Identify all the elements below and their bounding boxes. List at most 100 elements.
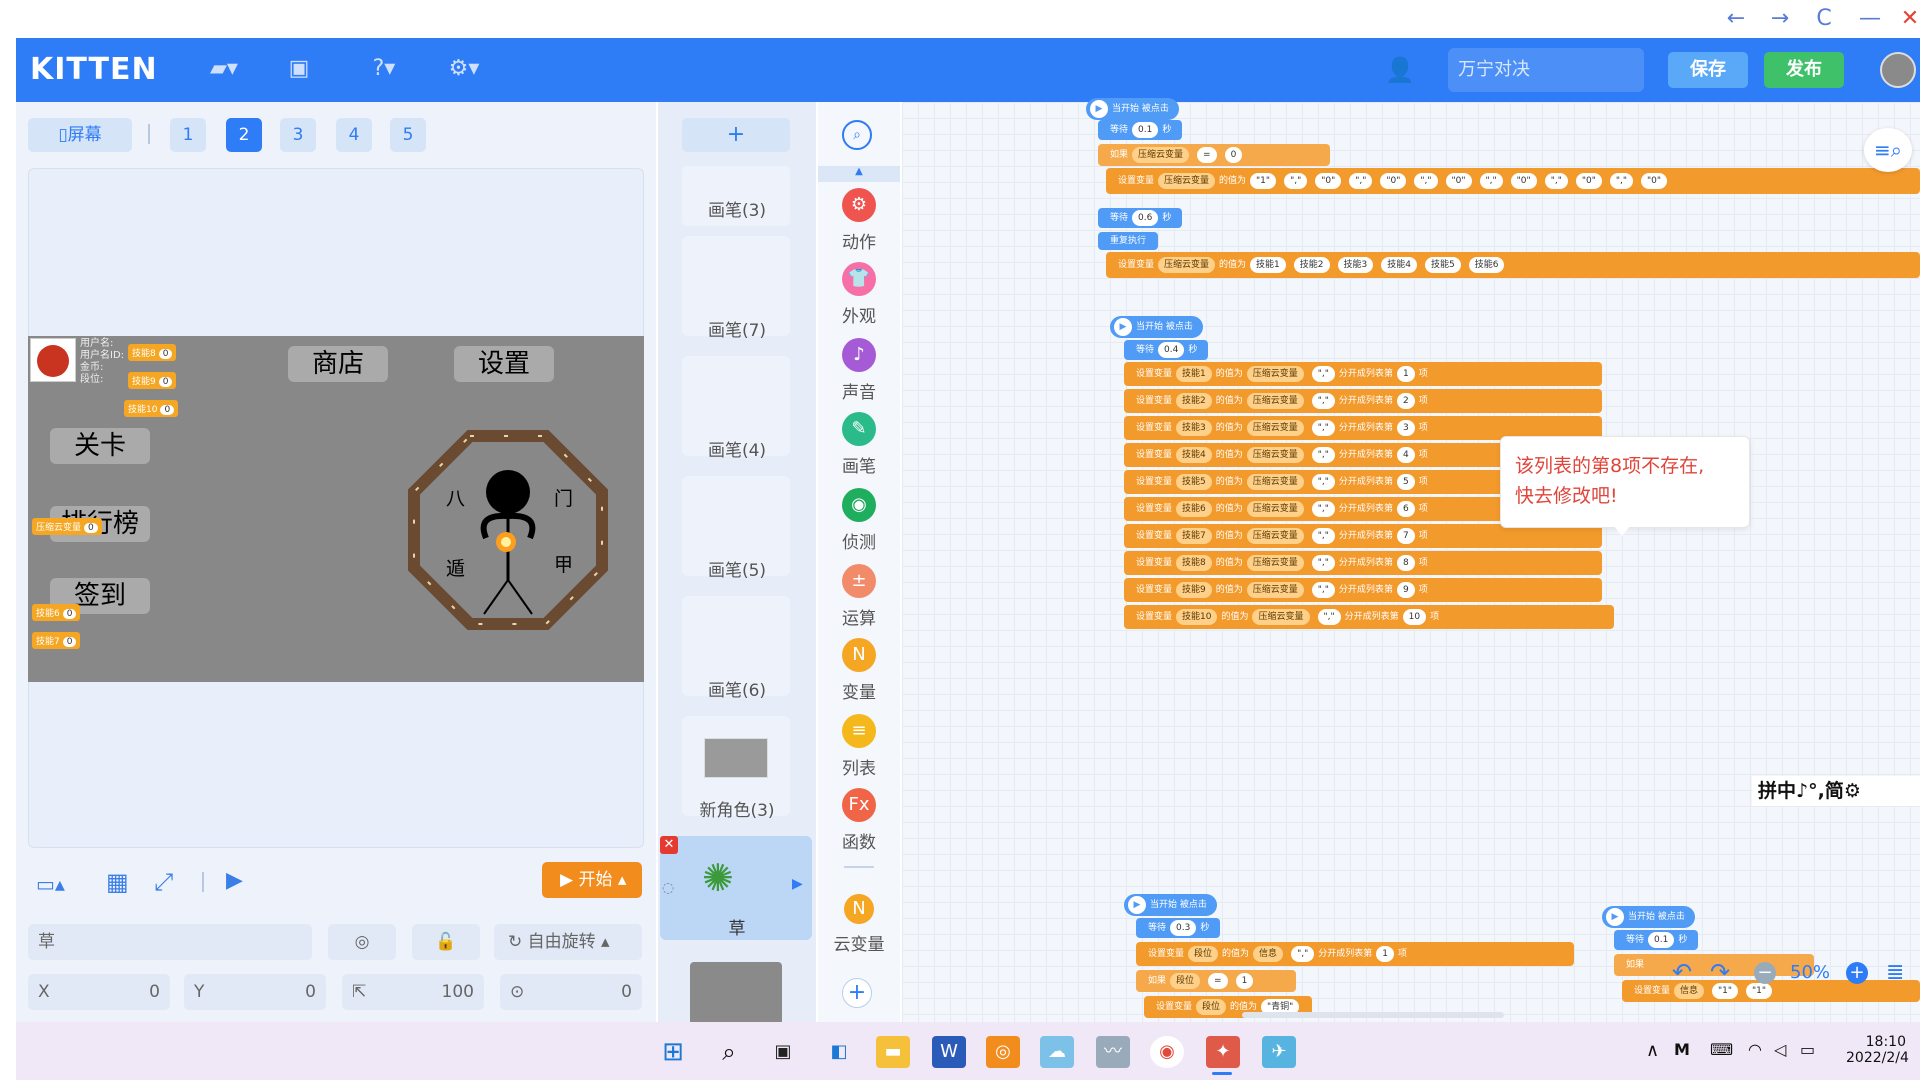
variable-slot[interactable]: 压缩云变量 xyxy=(1158,257,1216,273)
join-value[interactable]: "," xyxy=(1544,173,1568,189)
variable-slot[interactable]: 段位 xyxy=(1196,999,1227,1015)
monitor-skill8[interactable]: 技能8 0 xyxy=(128,344,177,361)
screen-tab-5[interactable]: 5 xyxy=(390,118,426,152)
variable-slot[interactable]: 压缩云变量 xyxy=(1158,173,1216,189)
undo-icon[interactable]: ↶ xyxy=(1672,958,1692,986)
kitten-app-icon[interactable]: ✦ xyxy=(1206,1036,1240,1068)
wait-value[interactable]: 0.1 xyxy=(1648,932,1675,948)
screen-tab-1[interactable]: 1 xyxy=(170,118,206,152)
stage-canvas[interactable]: 用户名: 用户名ID: 金币: 段位: 技能8 0 技能9 0 技能10 0 商店 设… xyxy=(28,336,644,682)
split-char-slot[interactable]: "," xyxy=(1311,555,1335,571)
set-variable-block[interactable]: 设置变量 压缩云变量 的值为 "1" "," "0" "," "0" "," "0" "," "0" "… xyxy=(1106,168,1920,194)
monitor-skill10[interactable]: 技能10 0 xyxy=(124,400,179,417)
start-button[interactable]: ▶ 开始 ▴ xyxy=(542,862,642,898)
join-value[interactable]: "0" xyxy=(1445,173,1472,189)
widgets-icon[interactable]: ◧ xyxy=(822,1036,856,1068)
chrome-icon[interactable]: ◉ xyxy=(1150,1036,1184,1068)
screen-tab-3[interactable]: 3 xyxy=(280,118,316,152)
monitor-skill7[interactable]: 技能7 0 xyxy=(32,632,81,649)
tray-app-icon[interactable]: M xyxy=(1674,1040,1690,1059)
split-char-slot[interactable]: "," xyxy=(1311,582,1335,598)
variable-slot[interactable]: 压缩云变量 xyxy=(1246,555,1304,571)
split-char-slot[interactable]: "," xyxy=(1311,420,1335,436)
y-field[interactable]: Y0 xyxy=(184,974,326,1010)
hidden-eye-icon[interactable]: ◌ xyxy=(662,880,674,896)
join-value[interactable]: "1" xyxy=(1250,173,1277,189)
ime-toolbar[interactable]: 拼中♪°,简⚙ xyxy=(1752,776,1920,806)
variable-slot[interactable]: 压缩云变量 xyxy=(1246,501,1304,517)
folder-icon[interactable]: ▰▾ xyxy=(204,56,244,86)
script-hat-block[interactable]: 当开始 被点击 xyxy=(1124,894,1217,916)
skill-slot[interactable]: 技能2 xyxy=(1293,257,1330,273)
operator-slot[interactable]: = xyxy=(1208,973,1228,989)
lock-icon[interactable]: 🔓 xyxy=(412,924,480,960)
split-char-slot[interactable]: "," xyxy=(1317,609,1341,625)
search-icon[interactable]: ⌕ xyxy=(842,120,872,150)
join-value[interactable]: "0" xyxy=(1510,173,1537,189)
level-button[interactable]: 关卡 xyxy=(50,428,150,464)
rotation-select[interactable]: ↻ 自由旋转 ▴ xyxy=(494,924,642,960)
volume-icon[interactable]: ◁ xyxy=(1774,1040,1786,1059)
wait-value[interactable]: 0.1 xyxy=(1132,122,1159,138)
sprite-name-input[interactable]: 草 xyxy=(28,924,312,960)
task-view-icon[interactable]: ▣ xyxy=(766,1036,800,1068)
keyboard-icon[interactable]: ⌨ xyxy=(1710,1040,1733,1059)
app-icon[interactable]: ◎ xyxy=(986,1036,1020,1068)
skill-slot[interactable]: 技能3 xyxy=(1337,257,1374,273)
variable-slot[interactable]: 压缩云变量 xyxy=(1132,147,1190,163)
arrange-icon[interactable]: ≣ xyxy=(1886,960,1904,985)
windows-start-icon[interactable]: ⊞ xyxy=(656,1036,690,1068)
set-skill-block[interactable]: 设置变量 技能1 的值为 压缩云变量 "," 分开成列表第 1 项 xyxy=(1124,362,1602,386)
wait-block[interactable]: 等待 0.3 秒 xyxy=(1136,918,1220,938)
set-skill-block[interactable]: 设置变量 技能2 的值为 压缩云变量 "," 分开成列表第 2 项 xyxy=(1124,389,1602,413)
zoom-in-icon[interactable]: + xyxy=(1846,962,1868,984)
add-user-icon[interactable]: 👤 xyxy=(1382,56,1418,86)
join-value[interactable]: "," xyxy=(1349,173,1373,189)
category-looks[interactable]: 👕 外观 xyxy=(818,262,900,327)
gear-icon[interactable]: ⚙▾ xyxy=(444,56,484,86)
app-icon[interactable]: ☁ xyxy=(1040,1036,1074,1068)
join-value[interactable]: "0" xyxy=(1315,173,1342,189)
sprite-card-partial[interactable] xyxy=(690,962,782,1022)
variable-slot[interactable]: 压缩云变量 xyxy=(1246,447,1304,463)
horizontal-scrollbar[interactable] xyxy=(1242,1012,1504,1018)
size-field[interactable]: ⇱ 100 xyxy=(342,974,484,1010)
split-char-slot[interactable]: "," xyxy=(1291,946,1315,962)
variable-slot[interactable]: 压缩云变量 xyxy=(1252,609,1310,625)
category-pen[interactable]: ✎ 画笔 xyxy=(818,412,900,477)
app-icon[interactable]: 〰 xyxy=(1096,1036,1130,1068)
monitor-skill6[interactable]: 技能6 0 xyxy=(32,604,81,621)
variable-slot[interactable]: 技能9 xyxy=(1176,582,1212,598)
split-char-slot[interactable]: "," xyxy=(1311,501,1335,517)
screen-toggle-button[interactable]: ▯屏幕 xyxy=(28,118,132,152)
variable-slot[interactable]: 压缩云变量 xyxy=(1246,528,1304,544)
variable-slot[interactable]: 压缩云变量 xyxy=(1246,420,1304,436)
variable-slot[interactable]: 技能5 xyxy=(1176,474,1212,490)
script-hat-block[interactable]: 当开始 被点击 xyxy=(1110,316,1203,338)
wait-block[interactable]: 等待 0.6 秒 xyxy=(1098,208,1182,228)
skill-slot[interactable]: 技能4 xyxy=(1381,257,1417,273)
file-explorer-icon[interactable]: ▬ xyxy=(876,1036,910,1068)
forward-icon[interactable]: → xyxy=(1766,6,1794,32)
fullscreen-icon[interactable]: ⤢ xyxy=(154,868,173,896)
category-cloud-variables[interactable]: N 云变量 xyxy=(818,894,900,955)
split-char-slot[interactable]: "," xyxy=(1311,474,1335,490)
split-char-slot[interactable]: "," xyxy=(1311,447,1335,463)
screen-tab-4[interactable]: 4 xyxy=(336,118,372,152)
skill-slot[interactable]: 技能6 xyxy=(1468,257,1505,273)
join-value[interactable]: "," xyxy=(1479,173,1503,189)
split-char-slot[interactable]: "," xyxy=(1311,393,1335,409)
wait-value[interactable]: 0.3 xyxy=(1170,920,1197,936)
add-extension-button[interactable]: + xyxy=(842,978,872,1008)
index-slot[interactable]: 6 xyxy=(1396,501,1415,517)
variable-slot[interactable]: 段位 xyxy=(1170,973,1201,989)
stage-size-icon[interactable]: ▭▴ xyxy=(36,872,65,896)
set-variable-block[interactable]: 设置变量 段位 的值为 信息 "," 分开成列表第 1 项 xyxy=(1136,942,1574,966)
monitor-skill9[interactable]: 技能9 0 xyxy=(128,372,177,389)
index-slot[interactable]: 8 xyxy=(1396,555,1415,571)
battery-icon[interactable]: ▭ xyxy=(1800,1040,1815,1059)
scroll-up-icon[interactable]: ▲ xyxy=(818,166,900,182)
shop-button[interactable]: 商店 xyxy=(288,346,388,382)
x-field[interactable]: X0 xyxy=(28,974,170,1010)
index-slot[interactable]: 4 xyxy=(1396,447,1415,463)
